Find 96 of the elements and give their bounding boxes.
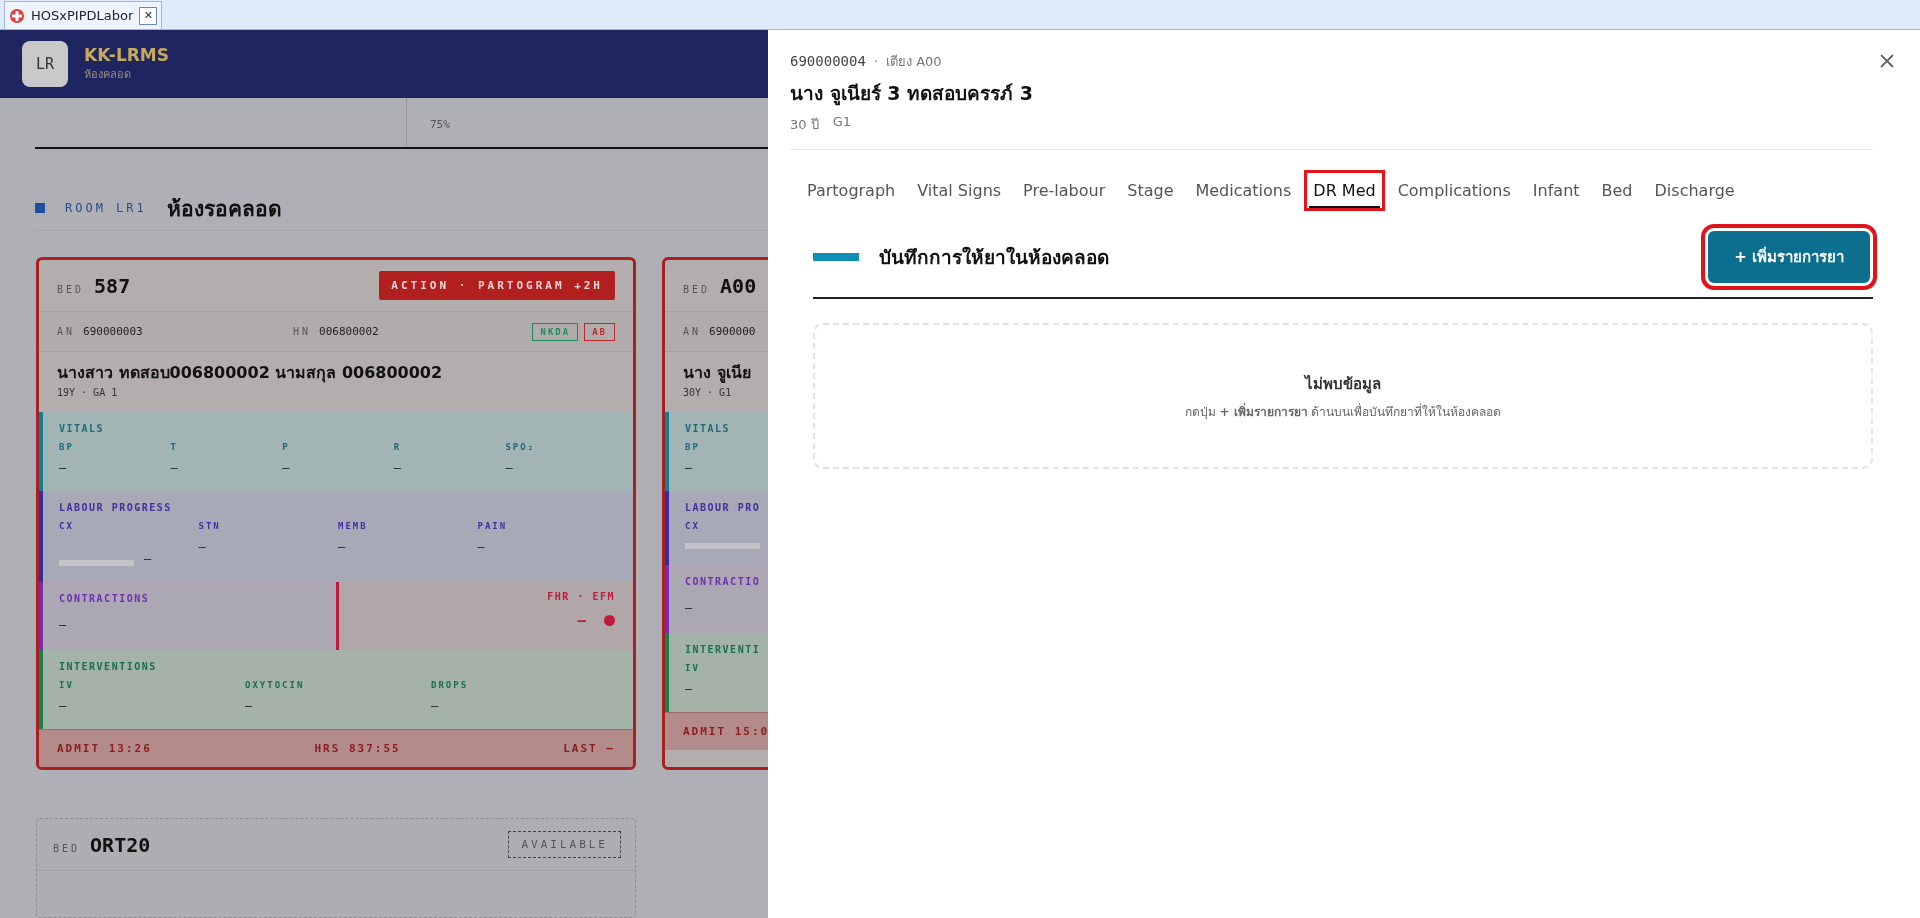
- room-name: ห้องรอคลอด: [166, 195, 282, 223]
- close-tab-button[interactable]: ✕: [139, 6, 158, 25]
- tab[interactable]: Bed: [1592, 170, 1642, 211]
- patient-gravida: G1: [832, 114, 852, 131]
- field-label: SPO₂: [505, 442, 537, 452]
- app-tab[interactable]: HOSxPIPDLabor ✕: [4, 1, 163, 29]
- bed-label: BED: [57, 283, 85, 295]
- section-title: LABOUR PROGRESS: [59, 502, 173, 513]
- section-accent: [813, 253, 859, 261]
- tab[interactable]: Pre-labour: [1014, 170, 1115, 211]
- field-value: —: [144, 552, 152, 566]
- admit-time: ADMIT 13:26: [57, 742, 152, 755]
- field-label: PAIN: [477, 521, 509, 531]
- tab[interactable]: Infant: [1523, 170, 1589, 211]
- bed-number: A00: [720, 273, 757, 298]
- field-value: —: [245, 699, 254, 713]
- field-label: P: [282, 442, 291, 452]
- field-label: BP: [59, 442, 75, 452]
- hours-elapsed: HRS 837:55: [314, 742, 401, 755]
- section-title: CONTRACTIO: [685, 576, 762, 587]
- admission-number: 690000004: [790, 53, 866, 69]
- section-title: VITALS: [685, 423, 732, 434]
- field-value: —: [685, 682, 694, 696]
- room-marker-icon: [35, 203, 45, 214]
- section-title: บันทึกการให้ยาในห้องคลอด: [879, 245, 1109, 270]
- tab[interactable]: DR Med: [1304, 170, 1385, 211]
- bed-number: ORT20: [90, 832, 151, 857]
- patient-name: นาง จูเนีย: [683, 362, 752, 385]
- separator: ·: [873, 54, 878, 69]
- section-title: INTERVENTI: [685, 644, 762, 655]
- patient-name: นางสาว ทดสอบ006800002 นามสกุล 006800002: [57, 362, 444, 385]
- field-value: —: [338, 540, 347, 554]
- status-dot: [604, 614, 615, 626]
- tab[interactable]: Vital Signs: [908, 170, 1011, 211]
- section-title: CONTRACTIONS: [59, 593, 151, 604]
- app-title: KK-LRMS: [84, 45, 169, 66]
- allergy-tag: NKDA: [532, 322, 579, 341]
- field-label: IV: [59, 680, 75, 690]
- stat-value: 75%: [429, 117, 451, 134]
- field-value: —: [59, 461, 68, 475]
- app-subtitle: ห้องคลอด: [84, 67, 132, 84]
- empty-hint: กดปุ่ม + เพิ่มรายการยา ด้านบนเพื่อบันทึกยาที่ให้ในห้องคลอด: [1184, 402, 1502, 421]
- empty-title: ไม่พบข้อมูล: [1305, 373, 1381, 396]
- field-label: BP: [685, 442, 701, 452]
- bed-label: BED: [53, 842, 81, 854]
- field-value: —: [282, 461, 291, 475]
- field-value: —: [393, 461, 403, 475]
- field-label: DROPS: [431, 680, 470, 690]
- patient-name: นาง จูเนียร์ 3 ทดสอบครรภ์ 3: [790, 81, 1033, 108]
- status-badge: AVAILABLE: [508, 831, 621, 858]
- field-label: R: [393, 442, 403, 452]
- patient-age: 30 ปี: [790, 116, 819, 134]
- tab[interactable]: Discharge: [1645, 170, 1744, 211]
- section-title: VITALS: [59, 423, 106, 434]
- bed-name: เตียง A00: [886, 53, 942, 71]
- tab[interactable]: Stage: [1118, 170, 1183, 211]
- an-value: 6900000: [709, 325, 756, 338]
- tab[interactable]: Partograph: [798, 170, 905, 211]
- an-label: AN: [683, 326, 702, 337]
- patient-meta: 19Y · GA 1: [57, 387, 119, 398]
- hn-label: HN: [293, 326, 312, 337]
- field-value: —: [59, 618, 68, 632]
- last-entry: LAST —: [563, 742, 615, 755]
- alert-badge: ACTION · PARTOGRAM +2H: [379, 271, 615, 300]
- allergy-tag: AB: [584, 322, 615, 341]
- field-value: —: [59, 699, 68, 713]
- fhr-value: —: [577, 612, 586, 628]
- admit-time: ADMIT 15:0: [683, 725, 768, 738]
- field-value: —: [685, 461, 694, 475]
- an-label: AN: [57, 326, 76, 337]
- hn-value: 006800002: [319, 325, 379, 338]
- app-logo-icon: [9, 7, 25, 24]
- field-label: CX: [59, 521, 75, 531]
- app-logo: LR: [22, 41, 68, 88]
- field-label: IV: [685, 663, 701, 673]
- an-value: 690000003: [83, 325, 143, 338]
- field-value: —: [170, 461, 179, 475]
- section-title: LABOUR PRO: [685, 502, 762, 513]
- field-value: —: [431, 699, 440, 713]
- field-label: MEMB: [338, 521, 369, 531]
- section-title: INTERVENTIONS: [59, 661, 158, 672]
- field-label: CX: [685, 521, 701, 531]
- field-value: —: [198, 540, 207, 554]
- section-title: FHR · EFM: [547, 591, 615, 602]
- tab[interactable]: Medications: [1186, 170, 1301, 211]
- field-label: STN: [198, 521, 222, 531]
- field-label: OXYTOCIN: [245, 680, 306, 690]
- field-value: —: [685, 601, 694, 615]
- patient-meta: 30Y · G1: [683, 387, 733, 398]
- field-value: —: [505, 461, 514, 475]
- field-value: —: [477, 540, 486, 554]
- field-label: T: [170, 442, 179, 452]
- room-code: ROOM LR1: [65, 201, 147, 216]
- tab[interactable]: Complications: [1388, 170, 1520, 211]
- bed-number: 587: [94, 273, 131, 298]
- bed-label: BED: [683, 283, 711, 295]
